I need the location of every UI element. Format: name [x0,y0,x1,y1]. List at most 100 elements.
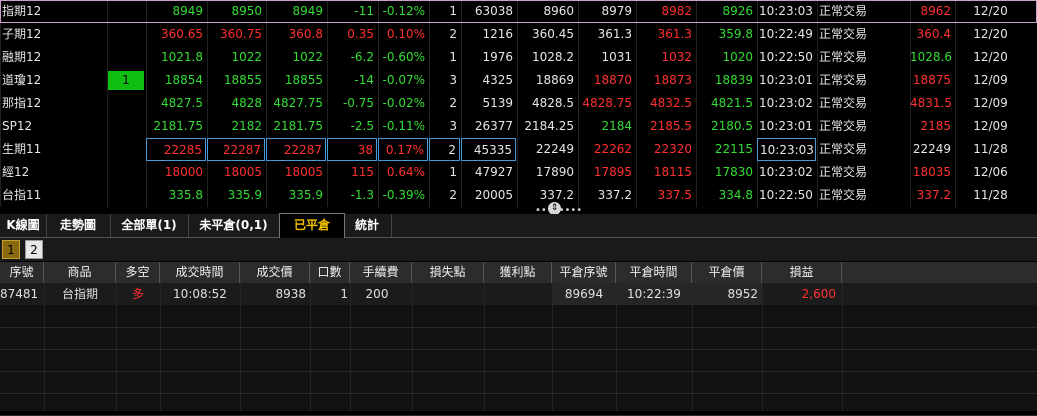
cell-name: 指期12 [2,4,42,18]
cell-volume: 26377 [474,119,513,133]
cell-status: 正常交易 [819,50,868,64]
cell-bid-badge [107,46,145,69]
cell-pnl: 2,600 [801,287,836,301]
header-pnl[interactable]: 損益 [762,262,842,283]
cell-status: 正常交易 [819,119,868,133]
cell-open: 4828.5 [532,96,574,110]
cell-time: 10:22:49 [759,27,813,41]
cell-time: 10:23:01 [759,119,813,133]
quote-row[interactable]: 融期12 1021.8 1022 1022 -6.2 -0.60% 1 1976 1028.2 1… [0,46,1037,69]
cell-ask: 1022 [231,50,262,64]
cell-tick-qty: 1 [449,4,457,18]
panel-splitter[interactable]: •••••••• ⇕ [0,202,1037,216]
cell-expiry: 12/09 [973,96,1008,110]
cell-status: 正常交易 [819,96,868,110]
quote-row[interactable]: 經12 18000 18005 18005 115 0.64% 1 47927 17890 178… [0,161,1037,184]
header-fee[interactable]: 手續費 [350,262,412,283]
page-button-1[interactable]: 1 [2,240,20,259]
cell-expiry: 12/20 [973,27,1008,41]
cell-name: 道瓊12 [2,73,42,87]
grid-line [116,283,117,411]
cell-last: 4827.75 [273,96,323,110]
quote-row[interactable]: 指期12 8949 8950 8949 -11 -0.12% 1 63038 8960 8979 8… [0,0,1037,23]
tab-statistics[interactable]: 統計 [343,214,392,237]
header-qty[interactable]: 口數 [310,262,350,283]
tab-closed-positions[interactable]: 已平倉 [279,213,345,239]
header-trade-price[interactable]: 成交價 [240,262,310,283]
header-trade-time[interactable]: 成交時間 [160,262,240,283]
cell-expiry: 12/09 [973,73,1008,87]
cell-volume: 1216 [482,27,513,41]
cell-last: 335.9 [288,188,323,202]
page-button-2[interactable]: 2 [25,240,43,259]
cell-change: -2.5 [350,119,374,133]
quote-row[interactable]: 子期12 360.65 360.75 360.8 0.35 0.10% 2 1216 360.4… [0,23,1037,46]
cell-change: 0.35 [347,27,374,41]
tab-trend[interactable]: 走勢圖 [46,214,111,237]
cell-high: 2184 [601,119,632,133]
cell-bid-badge [107,115,145,138]
cell-bid: 335.8 [168,188,203,202]
cell-ask: 18005 [223,165,262,179]
cell-bid-badge [107,0,145,23]
cell-status: 正常交易 [819,142,868,156]
header-close-time[interactable]: 平倉時間 [616,262,692,283]
cell-reference: 18875 [912,73,951,87]
cell-volume: 47927 [474,165,513,179]
cell-qty: 1 [340,287,348,301]
cell-product: 台指期 [61,287,98,301]
cell-expiry: 12/09 [973,119,1008,133]
cell-time: 10:23:03 [759,4,813,18]
quote-row[interactable]: 道瓊12 1 18854 18855 18855 -14 -0.07% 3 4325 18869 1… [0,69,1037,92]
header-side[interactable]: 多空 [116,262,160,283]
cell-volume: 45335 [461,138,516,161]
header-product[interactable]: 商品 [44,262,116,283]
cell-reference: 4831.5 [910,96,952,110]
cell-high-2: 4832.5 [650,96,692,110]
cell-high-2: 337.5 [657,188,692,202]
cell-bid: 360.65 [161,27,203,41]
grid-line [412,283,413,411]
cell-volume: 5139 [482,96,513,110]
cell-change-pct: 0.10% [386,27,425,41]
cell-ask: 335.9 [227,188,262,202]
grid-line [160,283,161,411]
header-loss-pts[interactable]: 損失點 [412,262,484,283]
cell-high-2: 22320 [653,142,692,156]
empty-row [0,371,1037,394]
tab-all-orders[interactable]: 全部單(1) [110,214,189,237]
quote-row[interactable]: 生期11 22285 22287 22287 38 0.17% 2 45335 22249 222… [0,138,1037,161]
header-close-price[interactable]: 平倉價 [692,262,762,283]
cell-close-time: 10:22:39 [616,283,692,305]
cell-reference: 337.2 [916,188,951,202]
cell-expiry: 12/06 [973,165,1008,179]
cell-bid: 22285 [146,138,206,161]
cell-open: 2184.25 [524,119,574,133]
cell-change: -6.2 [350,50,374,64]
cell-loss-pts [412,283,484,305]
cell-low: 18839 [714,73,753,87]
header-close-seq[interactable]: 平倉序號 [552,262,616,283]
tab-k-line[interactable]: K線圖 [0,214,47,237]
cell-low: 17830 [714,165,753,179]
cell-bid-badge: 1 [108,71,144,90]
cell-tick-qty: 2 [429,138,460,161]
quote-row[interactable]: 那指12 4827.5 4828 4827.75 -0.75 -0.02% 2 5139 482… [0,92,1037,115]
quote-row[interactable]: SP12 2181.75 2182 2181.75 -2.5 -0.11% 3 26377 21… [0,115,1037,138]
cell-reference: 8962 [920,4,951,18]
grid-line [552,283,553,411]
header-seq[interactable]: 序號 [0,262,44,283]
cell-side: 多 [131,287,144,301]
table-row[interactable]: 87481 台指期 多 10:08:52 8938 1 200 89694 10… [0,283,1037,305]
cell-change: 115 [351,165,374,179]
header-profit-pts[interactable]: 獲利點 [484,262,552,283]
cell-bid-badge [107,138,145,161]
tab-open-positions[interactable]: 未平倉(0,1) [188,214,280,237]
cell-high-2: 8982 [661,4,692,18]
cell-change: -0.75 [342,96,374,110]
cell-high: 4828.75 [582,96,632,110]
quote-row[interactable]: 台指11 335.8 335.9 335.9 -1.3 -0.39% 2 20005 337.2… [0,184,1037,207]
empty-row [0,393,1037,416]
cell-bid-badge [107,184,145,207]
cell-time: 10:23:02 [759,165,813,179]
